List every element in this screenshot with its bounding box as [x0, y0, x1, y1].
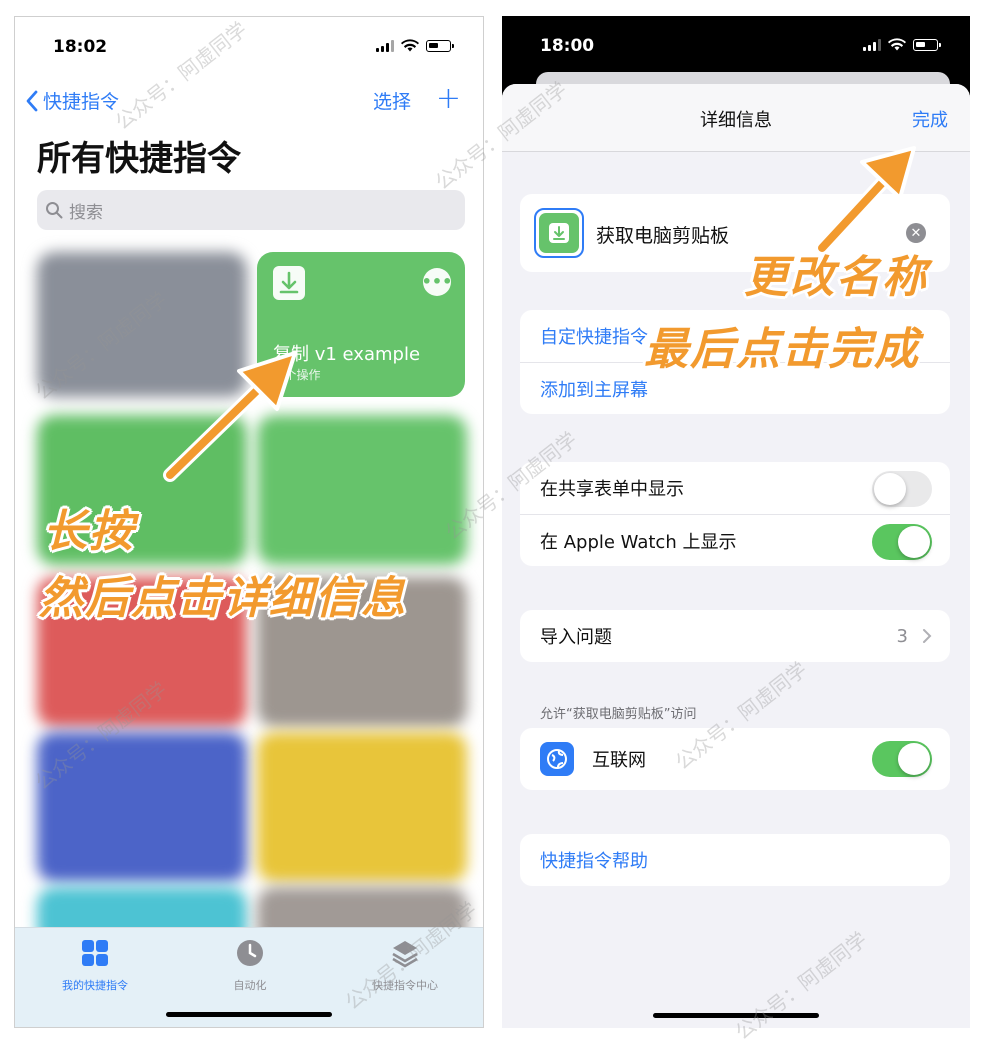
help-group: 快捷指令帮助 — [520, 834, 950, 886]
search-icon — [46, 202, 63, 219]
permission-group: 互联网 — [520, 728, 950, 790]
grid-icon — [82, 940, 108, 966]
status-bar: 18:02 — [15, 17, 483, 75]
add-shortcut-button[interactable]: + — [436, 81, 461, 116]
chevron-right-icon — [923, 629, 932, 643]
download-icon — [549, 223, 569, 243]
shortcut-name-field[interactable]: 获取电脑剪贴板 — [596, 221, 729, 248]
annotation-tap-done: 最后点击完成 — [644, 324, 920, 375]
internet-toggle[interactable] — [872, 741, 932, 777]
tab-label: 快捷指令中心 — [372, 979, 438, 992]
apple-watch-toggle[interactable] — [872, 524, 932, 560]
share-sheet-toggle[interactable] — [872, 471, 932, 507]
apple-watch-row: 在 Apple Watch 上显示 — [520, 514, 950, 566]
home-indicator — [166, 1012, 332, 1017]
layers-icon — [392, 941, 418, 968]
import-questions-count: 3 — [896, 625, 908, 647]
annotation-rename: 更改名称 — [744, 252, 928, 303]
shortcuts-help-button[interactable]: 快捷指令帮助 — [520, 834, 950, 886]
home-indicator — [653, 1013, 819, 1018]
back-label: 快捷指令 — [43, 91, 120, 113]
clock-check-icon — [237, 940, 263, 966]
download-icon — [273, 266, 305, 300]
annotation-tap-details: 然后点击详细信息 — [39, 573, 407, 624]
cellular-signal-icon — [863, 38, 881, 51]
globe-icon — [540, 742, 574, 776]
tab-label: 我的快捷指令 — [62, 979, 128, 992]
search-placeholder: 搜索 — [69, 202, 103, 223]
back-button[interactable]: 快捷指令 — [25, 87, 119, 114]
done-button[interactable]: 完成 — [912, 106, 948, 132]
annotation-arrow — [163, 351, 297, 482]
share-sheet-row: 在共享表单中显示 — [520, 462, 950, 514]
status-time: 18:00 — [540, 36, 595, 56]
battery-icon — [426, 39, 454, 52]
internet-label: 互联网 — [592, 750, 646, 771]
internet-row: 互联网 — [520, 728, 950, 790]
permission-header: 允许“获取电脑剪贴板”访问 — [540, 707, 697, 722]
import-questions-group: 导入问题 3 — [520, 610, 950, 662]
chevron-left-icon — [26, 90, 38, 111]
tab-gallery[interactable]: 快捷指令中心 — [330, 938, 480, 993]
shortcut-tile[interactable] — [37, 732, 247, 882]
shortcut-details-screen: 18:00 详细信息 完成 获取电脑剪贴板 ✕ 自定快捷指令 添加到主屏幕 在共… — [502, 16, 970, 1028]
wifi-icon — [888, 38, 906, 51]
cellular-signal-icon — [376, 39, 394, 52]
wifi-icon — [401, 39, 419, 52]
import-questions-row[interactable]: 导入问题 3 — [520, 610, 950, 662]
shortcuts-library-screen: 18:02 快捷指令 选择 + 所有快捷指令 搜索 ••• 复制 v1 exam… — [14, 16, 484, 1028]
select-button[interactable]: 选择 — [373, 87, 411, 114]
page-title: 所有快捷指令 — [37, 139, 241, 179]
navigation-bar: 快捷指令 选择 + — [15, 81, 483, 123]
annotation-long-press: 长按 — [43, 506, 135, 557]
import-questions-label: 导入问题 — [540, 627, 612, 648]
more-options-button[interactable]: ••• — [422, 268, 452, 296]
apple-watch-label: 在 Apple Watch 上显示 — [540, 531, 737, 553]
share-sheet-label: 在共享表单中显示 — [540, 479, 684, 500]
shortcut-icon[interactable] — [534, 208, 584, 258]
tab-automation[interactable]: 自动化 — [175, 938, 325, 993]
shortcut-tile[interactable] — [257, 732, 467, 882]
tab-label: 自动化 — [233, 979, 267, 992]
sheet-title: 详细信息 — [700, 110, 772, 131]
tab-bar: 我的快捷指令 自动化 快捷指令中心 — [15, 927, 483, 1027]
search-field[interactable]: 搜索 — [37, 190, 465, 230]
tab-my-shortcuts[interactable]: 我的快捷指令 — [20, 938, 170, 993]
toggles-group: 在共享表单中显示 在 Apple Watch 上显示 — [520, 462, 950, 566]
status-bar: 18:00 — [502, 16, 970, 74]
status-time: 18:02 — [53, 37, 108, 57]
battery-icon — [913, 38, 941, 51]
